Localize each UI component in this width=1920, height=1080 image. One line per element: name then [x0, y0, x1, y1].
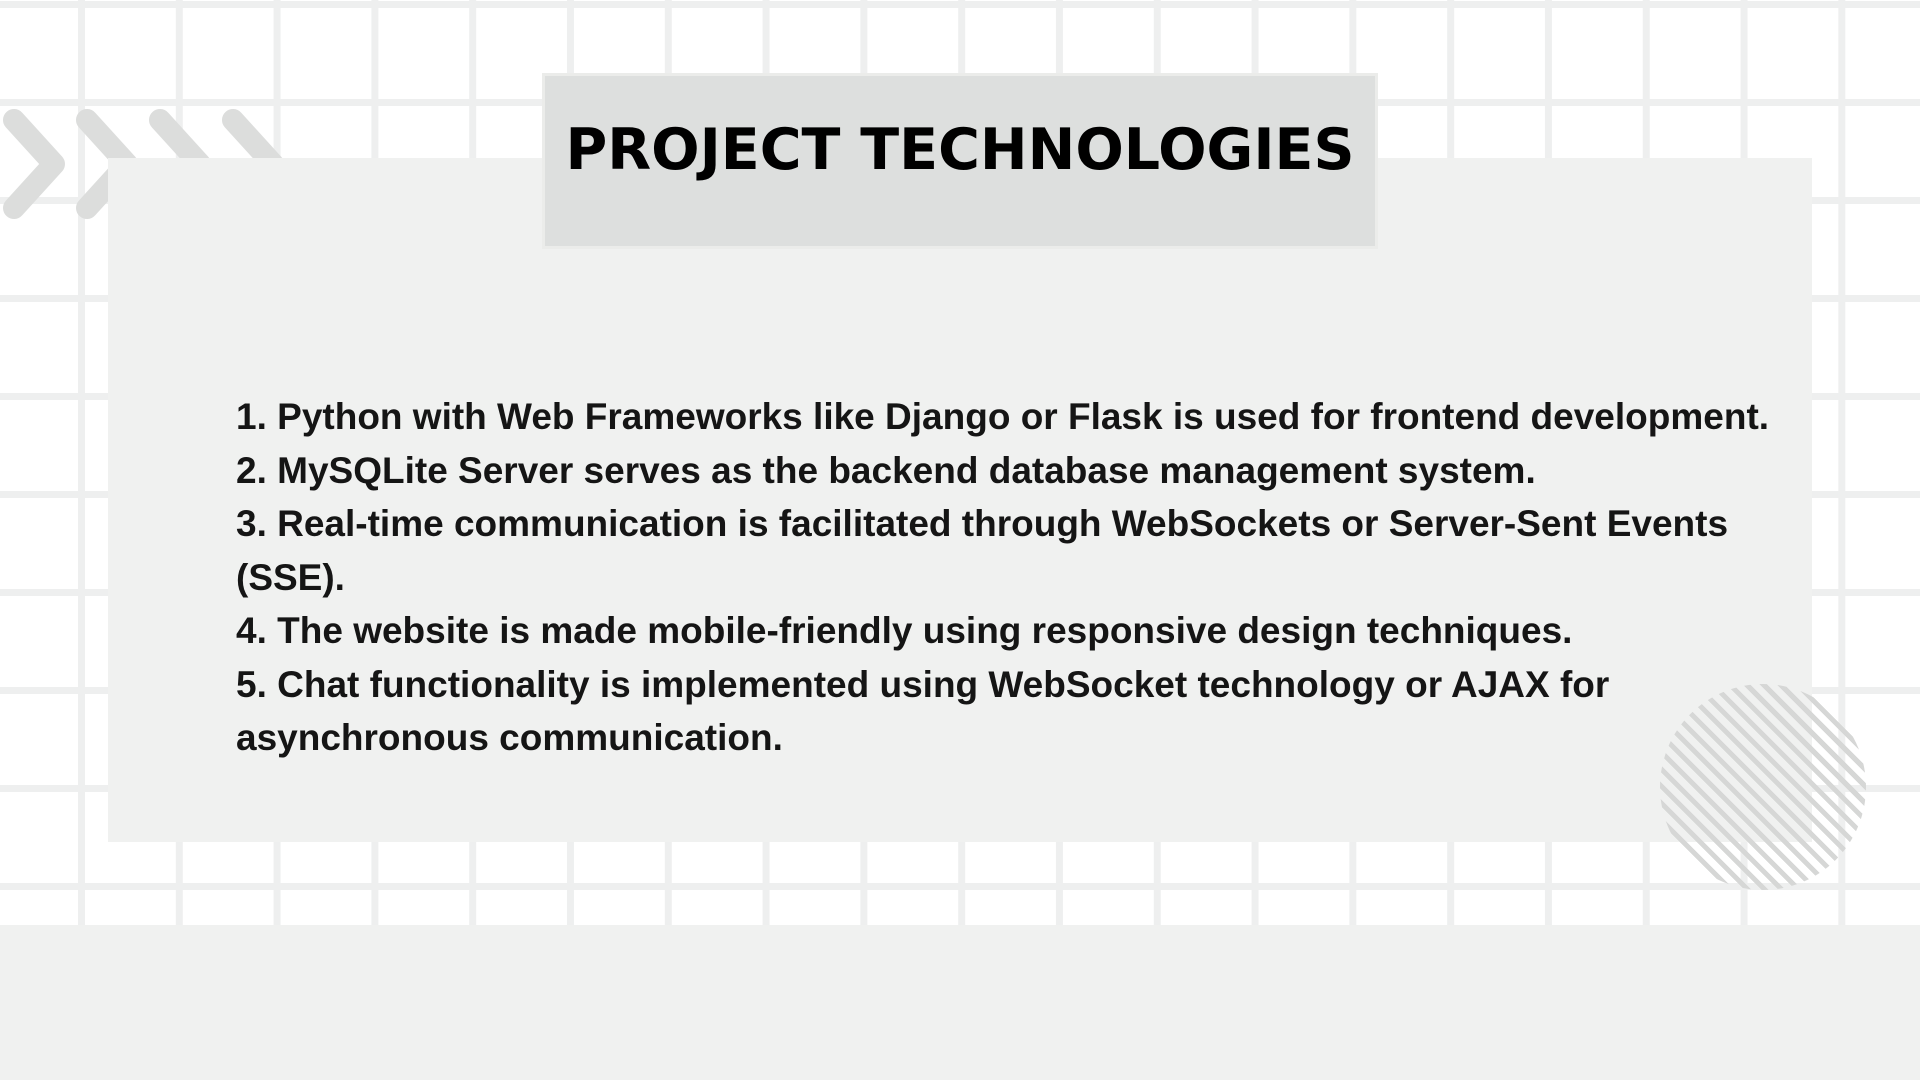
title-box: PROJECT TECHNOLOGIES: [542, 73, 1378, 249]
technology-list: 1. Python with Web Frameworks like Djang…: [236, 390, 1776, 765]
list-item: 4. The website is made mobile-friendly u…: [236, 610, 1573, 651]
chevron-right-icon: [3, 109, 65, 219]
list-item: 1. Python with Web Frameworks like Djang…: [236, 396, 1770, 437]
slide: PROJECT TECHNOLOGIES 1. Python with Web …: [0, 0, 1920, 1080]
list-item: 5. Chat functionality is implemented usi…: [236, 663, 1610, 759]
list-item: 3. Real-time communication is facilitate…: [236, 503, 1729, 598]
striped-circle-decoration: [1660, 684, 1866, 890]
bottom-band: [0, 925, 1920, 1080]
slide-title: PROJECT TECHNOLOGIES: [565, 117, 1355, 183]
list-item: 2. MySQLite Server serves as the backend…: [236, 449, 1536, 491]
